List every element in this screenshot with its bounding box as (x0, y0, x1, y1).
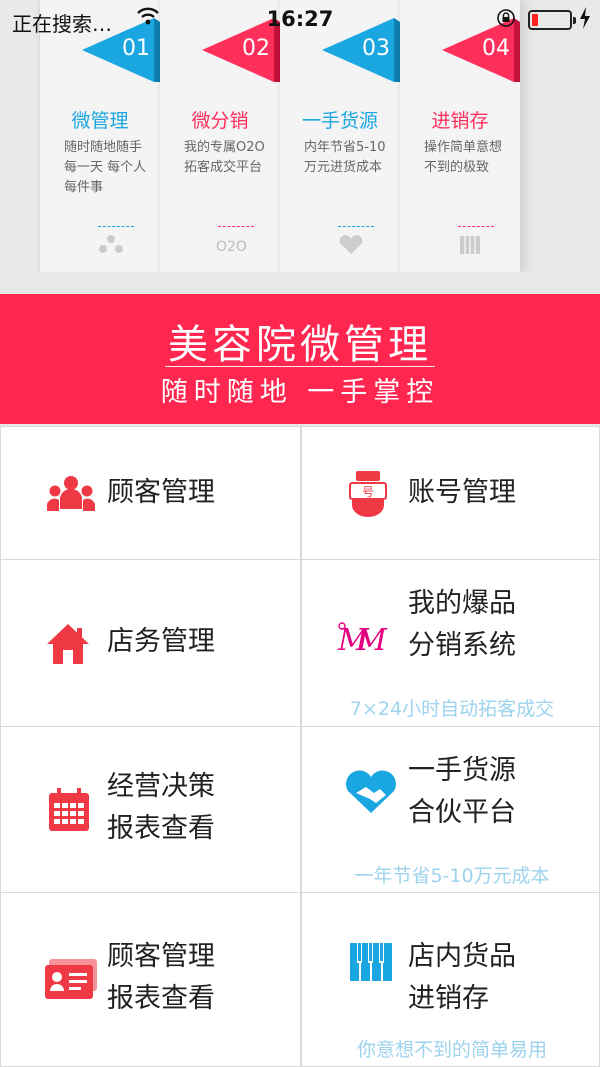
house-icon (47, 624, 89, 664)
title-underline (165, 366, 435, 367)
account-management-button[interactable]: 号 账号管理 (301, 426, 600, 560)
menu-label: 店务管理 (107, 626, 215, 657)
customer-report-button[interactable]: 顾客管理 报表查看 (0, 892, 301, 1067)
piano-icon (460, 236, 480, 254)
inventory-button[interactable]: 店内货品 进销存 你意想不到的简单易用 (301, 892, 600, 1067)
card-description: 内年节省5-10 万元进货成本 (304, 140, 386, 175)
handshake-heart-icon (346, 770, 396, 813)
svg-text:M: M (355, 623, 388, 658)
menu-label-line2: 合伙平台 (408, 797, 516, 828)
svg-text:号: 号 (362, 485, 374, 499)
menu-label-line1: 店内货品 (408, 941, 516, 972)
people-network-icon (99, 235, 123, 253)
status-bar: 正在搜索… 16:27 (0, 0, 600, 40)
menu-label-line1: 我的爆品 (408, 588, 516, 619)
charging-bolt-icon (580, 7, 590, 29)
divider (98, 226, 134, 227)
feature-banner[interactable]: 01 微管理 随时随地随手 每一天 每个人每件事 02 微分销 我的专属O2O … (0, 0, 600, 272)
menu-grid: 顾客管理 号 账号管理 店务管理 M M 我的爆品 分销系统 7×24小时自动拓… (0, 426, 600, 1067)
svg-text:O2O: O2O (216, 239, 246, 255)
card-title: 微管理 (71, 110, 129, 132)
menu-label-line1: 经营决策 (107, 771, 215, 802)
menu-tagline: 一年节省5-10万元成本 (354, 865, 550, 887)
menu-label-line2: 报表查看 (107, 813, 215, 844)
piano-keys-icon (350, 943, 392, 981)
mm-logo-icon: M M (337, 622, 388, 658)
store-management-button[interactable]: 店务管理 (0, 559, 301, 727)
page-title: 美容院微管理 (168, 322, 432, 368)
divider (338, 226, 374, 227)
feature-card-1[interactable]: 01 微管理 随时随地随手 每一天 每个人每件事 (40, 0, 160, 272)
calendar-icon (49, 788, 89, 831)
rotation-lock-icon (497, 9, 515, 27)
page-subtitle: 随时随地 一手掌控 (160, 377, 440, 408)
menu-label: 账号管理 (408, 477, 516, 508)
menu-label-line2: 分销系统 (408, 630, 516, 661)
o2o-icon: O2O (216, 239, 246, 255)
menu-label-line2: 进销存 (408, 983, 489, 1014)
menu-tagline: 你意想不到的简单易用 (356, 1039, 547, 1061)
supply-partner-button[interactable]: 一手货源 合伙平台 一年节省5-10万元成本 (301, 726, 600, 893)
card-title: 进销存 (431, 110, 489, 132)
card-description: 随时随地随手 每一天 每个人每件事 (64, 140, 147, 195)
feature-card-3[interactable]: 03 一手货源 内年节省5-10 万元进货成本 (280, 0, 400, 272)
title-band: 美容院微管理 随时随地 一手掌控 (0, 294, 600, 424)
menu-label-line1: 一手货源 (408, 755, 516, 786)
people-icon (47, 476, 95, 511)
feature-card-2[interactable]: 02 微分销 我的专属O2O 拓客成交平台 O2O (160, 0, 280, 272)
menu-label-line1: 顾客管理 (107, 941, 215, 972)
divider (458, 226, 494, 227)
business-report-button[interactable]: 经营决策 报表查看 (0, 726, 301, 893)
divider (218, 226, 254, 227)
card-description: 我的专属O2O 拓客成交平台 (184, 140, 265, 175)
battery-icon (528, 10, 576, 30)
distribution-system-button[interactable]: M M 我的爆品 分销系统 7×24小时自动拓客成交 (301, 559, 600, 727)
customer-management-button[interactable]: 顾客管理 (0, 426, 301, 560)
card-description: 操作简单意想 不到的极致 (424, 140, 503, 175)
id-card-icon (45, 959, 97, 999)
heart-icon (339, 235, 363, 254)
card-title: 微分销 (191, 110, 249, 132)
account-badge-icon: 号 (349, 471, 387, 517)
feature-card-4[interactable]: 04 进销存 操作简单意想 不到的极致 (400, 0, 520, 272)
menu-label-line2: 报表查看 (107, 983, 215, 1014)
menu-tagline: 7×24小时自动拓客成交 (349, 698, 555, 720)
menu-label: 顾客管理 (107, 477, 215, 508)
card-title: 一手货源 (301, 110, 378, 132)
